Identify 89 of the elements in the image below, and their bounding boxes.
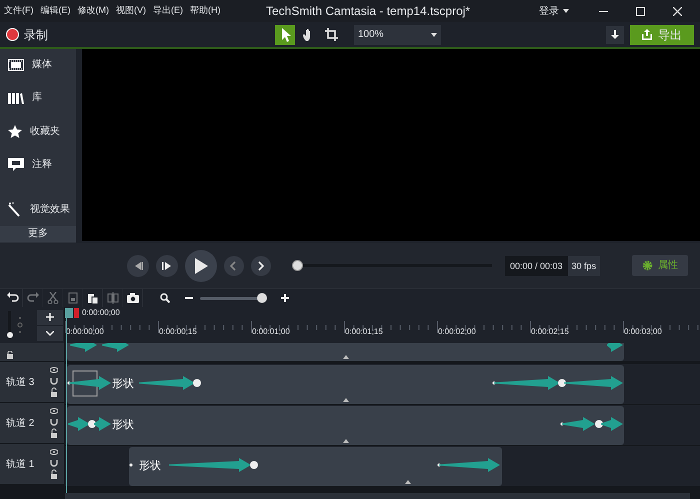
zoom-dropdown[interactable]: 100% <box>354 24 441 44</box>
scissors-icon <box>46 292 58 304</box>
step-back-icon <box>133 260 143 270</box>
clip-label: 形状 <box>112 377 134 392</box>
wand-icon <box>8 202 22 218</box>
download-button[interactable] <box>606 26 624 44</box>
time-label: 0:00:03;00 <box>624 326 662 338</box>
track-label: 轨道 1 <box>6 458 34 472</box>
step-back-button[interactable] <box>127 254 149 276</box>
zoom-slider-thumb[interactable] <box>257 292 267 302</box>
playhead-marker-icon[interactable] <box>65 308 79 318</box>
record-button[interactable]: 录制 <box>6 26 48 44</box>
sidebar-item[interactable]: 媒体 <box>0 55 76 74</box>
share-icon <box>642 29 652 40</box>
fps-display: 30 fps <box>568 256 600 276</box>
books-icon <box>8 92 24 104</box>
playback-thumb[interactable] <box>292 260 303 271</box>
tool-button[interactable] <box>275 24 295 44</box>
collapse-button[interactable] <box>37 326 63 340</box>
split-icon <box>106 292 118 304</box>
caret-icon <box>563 9 569 13</box>
next-button[interactable] <box>251 256 271 276</box>
sidebar-item[interactable]: 收藏夹 <box>0 122 76 141</box>
paste-icon <box>86 292 98 304</box>
menu-item[interactable]: 帮助(H) <box>190 4 220 18</box>
menu-item[interactable]: 导出(E) <box>153 4 183 18</box>
collapse-arrow-icon[interactable] <box>405 480 411 484</box>
lock-icon <box>6 351 14 359</box>
add-track-button[interactable] <box>37 310 63 324</box>
media-clip[interactable]: 形状 <box>129 447 502 486</box>
zoom-in-icon[interactable] <box>281 294 289 302</box>
login-button[interactable]: 登录 <box>539 4 569 18</box>
step-forward-button[interactable] <box>156 254 178 276</box>
crop-icon <box>324 27 338 42</box>
playhead-time: 0:00:00;00 <box>82 307 120 319</box>
film-icon <box>8 58 24 71</box>
camera-icon <box>126 292 138 304</box>
redo-icon <box>26 292 38 304</box>
collapse-arrow-icon[interactable] <box>343 439 349 443</box>
sidebar-item[interactable]: 库 <box>0 88 76 108</box>
menu-item[interactable]: 修改(M) <box>78 4 109 18</box>
maximize-icon[interactable] <box>636 6 645 16</box>
copy-icon <box>66 292 78 304</box>
record-icon <box>6 28 19 41</box>
time-display: 00:00 / 00:03 <box>505 256 568 276</box>
track-controls-drawing <box>50 407 58 439</box>
more-button[interactable]: 更多 <box>0 226 76 242</box>
media-clip[interactable]: 形状 <box>67 406 624 445</box>
collapse-arrow-icon[interactable] <box>343 355 349 359</box>
clip-label: 形状 <box>139 459 161 474</box>
chevron-down-icon <box>46 330 54 336</box>
media-clip[interactable]: 形状 <box>67 365 624 404</box>
undo-icon <box>6 292 18 304</box>
arrow-down-icon <box>611 30 619 39</box>
collapse-arrow-icon[interactable] <box>343 398 349 402</box>
menu-item[interactable]: 文件(F) <box>4 4 34 18</box>
time-label: 0:00:02;00 <box>438 326 476 338</box>
step-forward-icon <box>162 260 172 270</box>
horizontal-scrollbar[interactable] <box>65 493 690 499</box>
time-label: 0:00:01;00 <box>252 326 290 338</box>
close-icon[interactable] <box>673 6 682 16</box>
properties-button[interactable]: 属性 <box>632 255 688 276</box>
sidebar-item[interactable]: 视觉效果 <box>0 200 76 220</box>
menu-item[interactable]: 编辑(E) <box>40 4 70 18</box>
time-label: 0:00:00;15 <box>159 326 197 338</box>
track-label: 轨道 3 <box>6 376 34 390</box>
star-icon <box>8 124 22 138</box>
minimize-icon[interactable] <box>599 10 608 12</box>
caret-icon <box>431 32 437 36</box>
gear-icon <box>642 260 653 271</box>
track-controls-drawing <box>50 448 58 480</box>
time-label: 0:00:02;15 <box>531 326 569 338</box>
media-clip[interactable] <box>67 343 624 361</box>
previous-button[interactable] <box>224 256 244 276</box>
time-label: 0:00:01;15 <box>345 326 383 338</box>
play-button[interactable] <box>185 250 217 282</box>
play-icon <box>193 258 209 274</box>
menu-item[interactable]: 视图(V) <box>116 4 146 18</box>
sidebar-item[interactable]: 注释 <box>0 154 76 174</box>
window-title: TechSmith Camtasia - temp14.tscproj* <box>266 3 470 20</box>
track-controls-drawing <box>50 366 58 398</box>
plus-icon <box>46 313 54 321</box>
search-icon[interactable] <box>160 293 170 303</box>
track-label: 轨道 2 <box>6 416 34 430</box>
chevron-right-icon <box>256 260 266 270</box>
speech-bubble-icon <box>8 158 24 172</box>
time-label: 0:00:00;00 <box>66 326 104 338</box>
track-height-icon <box>17 315 23 335</box>
clip-label: 形状 <box>112 418 134 433</box>
